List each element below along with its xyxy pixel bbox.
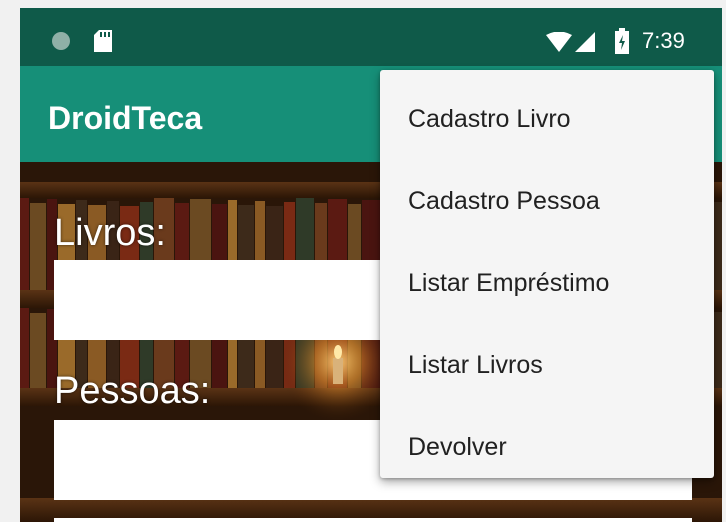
menu-item-cadastro-pessoa[interactable]: Cadastro Pessoa bbox=[380, 160, 714, 242]
menu-item-listar-livros[interactable]: Listar Livros bbox=[380, 324, 714, 406]
status-bar: 7:39 bbox=[20, 8, 722, 66]
device-screen: 7:39 DroidTeca Livros: Pessoas: Cadastro… bbox=[20, 8, 722, 522]
menu-item-label: Listar Livros bbox=[408, 350, 543, 379]
wifi-icon bbox=[546, 32, 572, 52]
menu-item-label: Listar Empréstimo bbox=[408, 268, 610, 297]
menu-item-devolver[interactable]: Devolver bbox=[380, 406, 714, 488]
third-input[interactable] bbox=[54, 518, 692, 522]
sd-card-icon bbox=[94, 30, 112, 52]
overflow-menu: Cadastro Livro Cadastro Pessoa Listar Em… bbox=[380, 70, 714, 478]
menu-item-label: Devolver bbox=[408, 432, 507, 461]
menu-item-label: Cadastro Pessoa bbox=[408, 186, 600, 215]
app-title: DroidTeca bbox=[48, 100, 203, 136]
battery-icon bbox=[615, 28, 629, 54]
menu-item-label: Cadastro Livro bbox=[408, 104, 571, 133]
status-time: 7:39 bbox=[642, 28, 685, 53]
pessoas-label: Pessoas: bbox=[54, 370, 211, 412]
notification-dot-icon bbox=[52, 32, 70, 50]
menu-item-listar-emprestimo[interactable]: Listar Empréstimo bbox=[380, 242, 714, 324]
menu-item-cadastro-livro[interactable]: Cadastro Livro bbox=[380, 78, 714, 160]
livros-label: Livros: bbox=[54, 212, 166, 254]
signal-icon bbox=[575, 32, 595, 52]
